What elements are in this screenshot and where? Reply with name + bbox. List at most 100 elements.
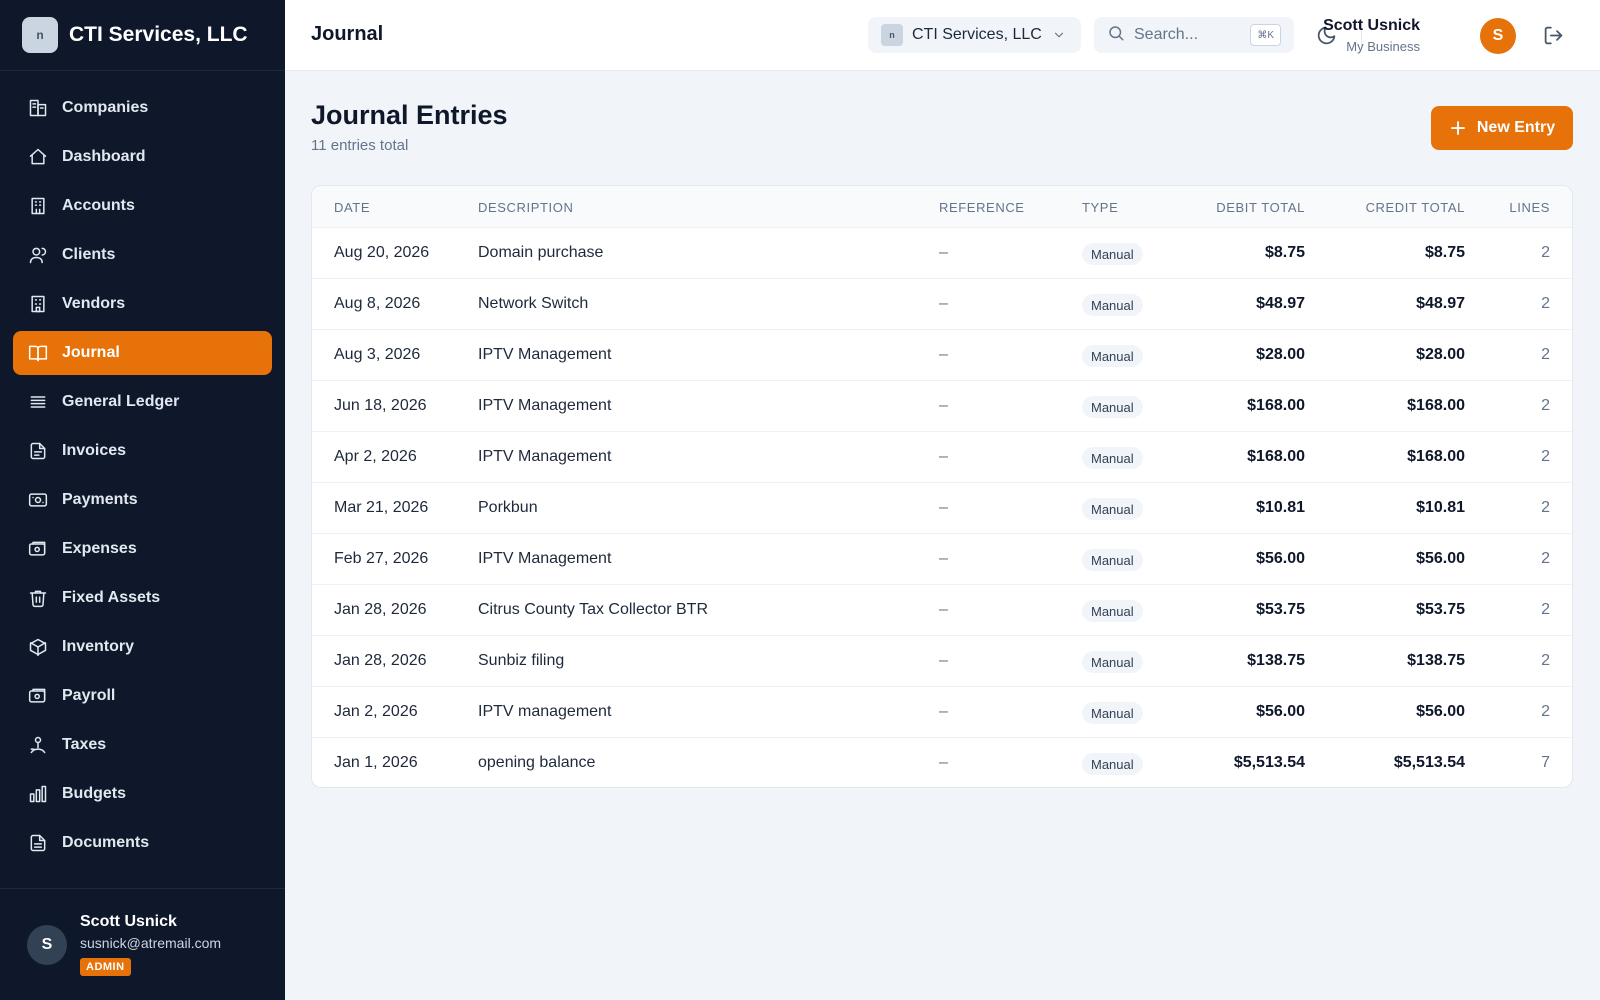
column-header-lines[interactable]: LINES	[1509, 200, 1550, 215]
cell-credit-total: $168.00	[1407, 397, 1465, 414]
cell-reference: –	[939, 244, 948, 261]
type-badge: Manual	[1082, 498, 1143, 520]
sidebar-item-label: Companies	[62, 99, 149, 116]
sidebar-item-payments[interactable]: Payments	[13, 478, 272, 522]
search-icon	[1107, 24, 1125, 47]
cell-date: Aug 20, 2026	[334, 244, 430, 261]
search-box[interactable]: ⌘K	[1094, 17, 1294, 53]
column-header-description[interactable]: DESCRIPTION	[478, 200, 573, 215]
sidebar-item-label: Payroll	[62, 687, 116, 704]
sidebar-item-taxes[interactable]: Taxes	[13, 723, 272, 767]
user-email: susnick@atremail.com	[80, 935, 222, 951]
cell-description: Network Switch	[478, 295, 589, 312]
bar-chart-icon	[28, 784, 48, 804]
home-icon	[28, 147, 48, 167]
company-logo-icon: n	[22, 17, 58, 53]
cell-credit-total: $8.75	[1424, 244, 1465, 261]
cell-debit-total: $8.75	[1264, 244, 1305, 261]
cell-reference: –	[939, 703, 948, 720]
sidebar-item-general-ledger[interactable]: General Ledger	[13, 380, 272, 424]
table-row[interactable]: Jan 1, 2026 opening balance – Manual $5,513.…	[312, 737, 1572, 787]
sidebar-item-clients[interactable]: Clients	[13, 233, 272, 277]
sidebar-item-accounts[interactable]: Accounts	[13, 184, 272, 228]
brand-name: CTI Services, LLC	[69, 23, 248, 46]
avatar[interactable]: S	[1480, 18, 1516, 54]
table-row[interactable]: Jan 2, 2026 IPTV management – Manual $56.00 $…	[312, 686, 1572, 737]
sidebar-item-inventory[interactable]: Inventory	[13, 625, 272, 669]
table-row[interactable]: Aug 8, 2026 Network Switch – Manual $48.97 $4…	[312, 278, 1572, 329]
cell-lines: 2	[1541, 244, 1550, 261]
column-header-credit[interactable]: CREDIT TOTAL	[1366, 200, 1465, 215]
cell-debit-total: $5,513.54	[1233, 754, 1305, 771]
cell-date: Aug 8, 2026	[334, 295, 421, 312]
type-badge: Manual	[1082, 396, 1143, 418]
search-input[interactable]	[1134, 26, 1244, 44]
sidebar-item-invoices[interactable]: Invoices	[13, 429, 272, 473]
sidebar-item-label: Vendors	[62, 295, 126, 312]
sidebar-item-journal[interactable]: Journal	[13, 331, 272, 375]
box-icon	[28, 637, 48, 657]
logout-icon[interactable]	[1543, 25, 1564, 51]
table-row[interactable]: Jan 28, 2026 Citrus County Tax Collector …	[312, 584, 1572, 635]
sidebar-item-expenses[interactable]: Expenses	[13, 527, 272, 571]
cell-reference: –	[939, 601, 948, 618]
brand[interactable]: n CTI Services, LLC	[0, 0, 285, 71]
table-row[interactable]: Jan 28, 2026 Sunbiz filing – Manual $138.75 $…	[312, 635, 1572, 686]
avatar: S	[27, 925, 67, 965]
company-selector[interactable]: n CTI Services, LLC	[868, 17, 1081, 53]
sidebar-item-label: Fixed Assets	[62, 589, 161, 606]
table-row[interactable]: Jun 18, 2026 IPTV Management – Manual $168.0…	[312, 380, 1572, 431]
new-entry-button[interactable]: New Entry	[1431, 106, 1573, 150]
sidebar-item-label: Clients	[62, 246, 116, 263]
column-header-reference[interactable]: REFERENCE	[939, 200, 1025, 215]
sidebar-item-label: Dashboard	[62, 148, 146, 165]
new-entry-label: New Entry	[1476, 119, 1556, 136]
cell-reference: –	[939, 652, 948, 669]
table-row[interactable]: Apr 2, 2026 IPTV Management – Manual $168.00…	[312, 431, 1572, 482]
column-header-date[interactable]: DATE	[334, 200, 370, 215]
sidebar-item-budgets[interactable]: Budgets	[13, 772, 272, 816]
company-logo-icon: n	[881, 24, 903, 46]
entries-count: 11 entries total	[311, 137, 409, 154]
cell-description: opening balance	[478, 754, 596, 771]
sidebar-item-companies[interactable]: Companies	[13, 86, 272, 130]
column-header-debit[interactable]: DEBIT TOTAL	[1216, 200, 1305, 215]
wallet-icon	[28, 539, 48, 559]
column-header-type[interactable]: TYPE	[1082, 200, 1118, 215]
table-row[interactable]: Aug 20, 2026 Domain purchase – Manual $8.75 $…	[312, 227, 1572, 278]
sidebar-item-label: Invoices	[62, 442, 127, 459]
table-row[interactable]: Feb 27, 2026 IPTV Management – Manual $56.00…	[312, 533, 1572, 584]
cell-lines: 7	[1541, 754, 1550, 771]
cell-description: IPTV Management	[478, 397, 612, 414]
cell-date: Apr 2, 2026	[334, 448, 417, 465]
cell-credit-total: $5,513.54	[1393, 754, 1465, 771]
cell-credit-total: $56.00	[1416, 703, 1465, 720]
type-badge: Manual	[1082, 651, 1143, 673]
sidebar-item-documents[interactable]: Documents	[13, 821, 272, 865]
sidebar-item-fixed-assets[interactable]: Fixed Assets	[13, 576, 272, 620]
cell-reference: –	[939, 754, 948, 771]
header-user-name: Scott Usnick	[1323, 17, 1420, 34]
cell-description: IPTV management	[478, 703, 612, 720]
money-icon	[28, 686, 48, 706]
sidebar-item-dashboard[interactable]: Dashboard	[13, 135, 272, 179]
cell-date: Aug 3, 2026	[334, 346, 421, 363]
file-icon	[28, 441, 48, 461]
chevron-down-icon	[1052, 28, 1066, 47]
table-row[interactable]: Aug 3, 2026 IPTV Management – Manual $28.00 $…	[312, 329, 1572, 380]
sidebar-item-label: Documents	[62, 834, 150, 851]
cell-debit-total: $56.00	[1256, 703, 1305, 720]
table-row[interactable]: Mar 21, 2026 Porkbun – Manual $10.81 $10.81 2	[312, 482, 1572, 533]
store-icon	[28, 294, 48, 314]
page-title: Journal Entries	[311, 100, 508, 130]
company-selector-label: CTI Services, LLC	[912, 26, 1042, 43]
type-badge: Manual	[1082, 549, 1143, 571]
cell-reference: –	[939, 346, 948, 363]
hand-coins-icon	[28, 735, 48, 755]
cell-lines: 2	[1541, 703, 1550, 720]
sidebar-user-card[interactable]: S Scott Usnick susnick@atremail.com ADMI…	[0, 888, 285, 1000]
role-badge: ADMIN	[80, 958, 131, 976]
sidebar-item-payroll[interactable]: Payroll	[13, 674, 272, 718]
cell-reference: –	[939, 295, 948, 312]
sidebar-item-vendors[interactable]: Vendors	[13, 282, 272, 326]
